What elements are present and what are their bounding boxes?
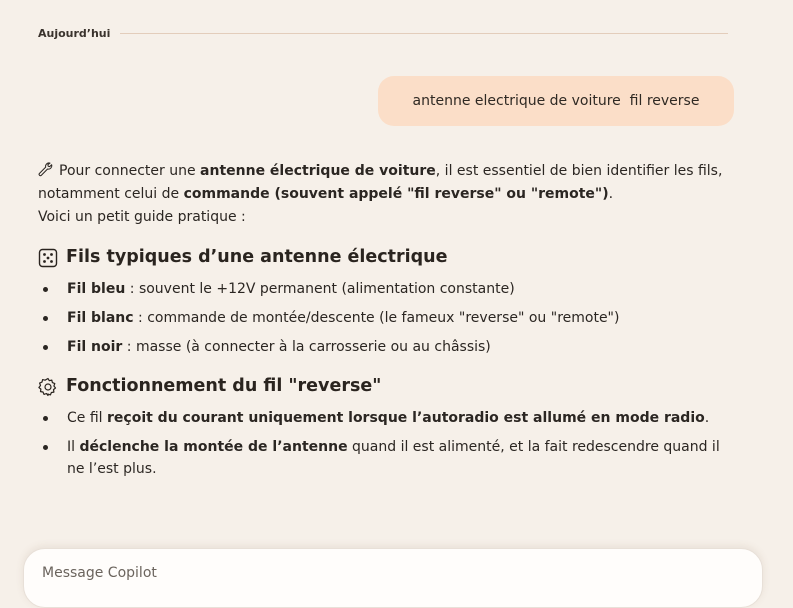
- section-title-fils: Fils typiques d’une antenne électrique: [66, 247, 448, 267]
- intro-text-3: .: [608, 186, 614, 202]
- list-item-text: : commande de montée/descente (le fameux…: [133, 310, 620, 326]
- list-item-bold: Fil noir: [67, 339, 123, 355]
- list-item: Ce fil reçoit du courant uniquement lors…: [38, 407, 738, 429]
- user-message-bubble: antenne electrique de voiture fil revers…: [378, 76, 734, 126]
- day-separator-label: Aujourd’hui: [38, 27, 111, 40]
- fils-list: Fil bleu : souvent le +12V permanent (al…: [38, 278, 738, 358]
- list-item-text: : masse (à connecter à la carrosserie ou…: [122, 339, 491, 355]
- list-item-text: : souvent le +12V permanent (alimentatio…: [125, 281, 515, 297]
- intro-text-1: Pour connecter une: [59, 163, 201, 179]
- list-item-bold: reçoit du courant uniquement lorsque l’a…: [107, 410, 705, 426]
- gear-icon: [38, 377, 57, 396]
- list-item-text: Ce fil: [67, 410, 107, 426]
- list-item: Fil blanc : commande de montée/descente …: [38, 307, 738, 329]
- message-input[interactable]: [40, 561, 724, 585]
- answer-intro: Pour connecter une antenne électrique de…: [38, 160, 738, 229]
- wrench-icon: [38, 162, 53, 177]
- list-item: Fil bleu : souvent le +12V permanent (al…: [38, 278, 738, 300]
- intro-text-4: Voici un petit guide pratique :: [38, 209, 246, 225]
- day-separator-line: [120, 33, 728, 34]
- fonctionnement-list: Ce fil reçoit du courant uniquement lors…: [38, 407, 738, 480]
- message-composer[interactable]: [23, 548, 763, 608]
- day-separator: Aujourd’hui: [38, 27, 728, 40]
- list-item-text: Il: [67, 439, 80, 455]
- user-message-text: antenne electrique de voiture fil revers…: [412, 93, 700, 109]
- dice-icon: [38, 248, 58, 267]
- list-item: Il déclenche la montée de l’antenne quan…: [38, 436, 738, 480]
- intro-bold-2: commande (souvent appelé "fil reverse" o…: [183, 186, 609, 202]
- list-item-text: .: [704, 410, 710, 426]
- section-heading-fils: Fils typiques d’une antenne électrique: [38, 246, 738, 269]
- section-title-fonctionnement: Fonctionnement du fil "reverse": [66, 376, 382, 396]
- list-item: Fil noir : masse (à connecter à la carro…: [38, 336, 738, 358]
- intro-bold-1: antenne électrique de voiture: [200, 163, 436, 179]
- list-item-bold: Fil blanc: [67, 310, 134, 326]
- list-item-bold: Fil bleu: [67, 281, 126, 297]
- list-item-bold: déclenche la montée de l’antenne: [79, 439, 348, 455]
- assistant-answer: Pour connecter une antenne électrique de…: [38, 160, 738, 487]
- section-heading-fonctionnement: Fonctionnement du fil "reverse": [38, 375, 738, 398]
